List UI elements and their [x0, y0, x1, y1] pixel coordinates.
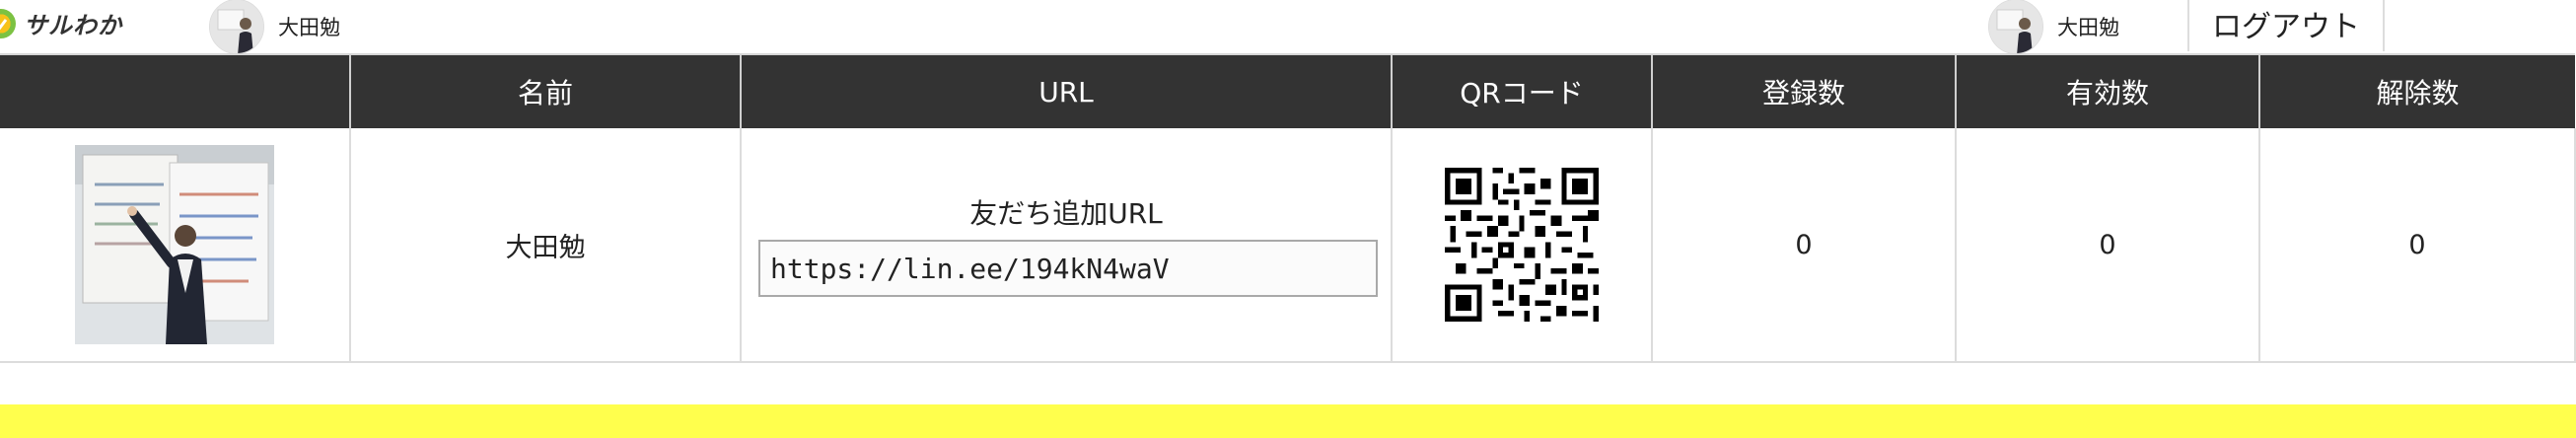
- accent-strip: [0, 404, 2576, 438]
- profile-photo: [75, 145, 274, 344]
- col-header-image: [0, 53, 350, 128]
- user-info[interactable]: 大田勉: [209, 0, 340, 54]
- logout-button[interactable]: ログアウト: [2187, 0, 2385, 51]
- saruwaka-logo-icon: [0, 8, 16, 38]
- col-header-qr: QRコード: [1391, 53, 1652, 128]
- cell-name: 大田勉: [349, 128, 742, 363]
- cell-qr: [1391, 128, 1653, 363]
- cell-url: 友だち追加URL: [740, 128, 1393, 363]
- url-caption: 友だち追加URL: [969, 197, 1163, 230]
- logo-text: サルわか: [24, 12, 122, 39]
- user-info-right[interactable]: 大田勉: [1988, 0, 2119, 54]
- cell-removed: 0: [2258, 128, 2576, 363]
- user-name: 大田勉: [278, 16, 340, 39]
- user-avatar-icon: [209, 0, 264, 54]
- col-header-active: 有効数: [1955, 53, 2259, 128]
- col-header-name: 名前: [349, 53, 741, 128]
- cell-registered: 0: [1651, 128, 1957, 363]
- user-name: 大田勉: [2057, 16, 2119, 39]
- friend-url-field[interactable]: [758, 240, 1378, 297]
- cell-image: [0, 128, 351, 363]
- table-row: 大田勉 友だち追加URL https://lin.ee/194kN4waV 0 …: [0, 128, 2576, 363]
- logo[interactable]: サルわか: [0, 6, 122, 40]
- col-header-registered: 登録数: [1651, 53, 1956, 128]
- col-header-removed: 解除数: [2258, 53, 2575, 128]
- table-header-row: 名前 URL QRコード 登録数 有効数 解除数: [0, 53, 2575, 128]
- accounts-table: 名前 URL QRコード 登録数 有効数 解除数 大田勉 友だち追加URL ht…: [0, 53, 2576, 363]
- col-header-url: URL: [740, 53, 1392, 128]
- qr-code-icon[interactable]: [1437, 160, 1607, 329]
- user-avatar-icon: [1988, 0, 2043, 54]
- cell-active: 0: [1955, 128, 2260, 363]
- top-bar: サルわか 大田勉 大田勉 ログアウト: [0, 0, 2576, 54]
